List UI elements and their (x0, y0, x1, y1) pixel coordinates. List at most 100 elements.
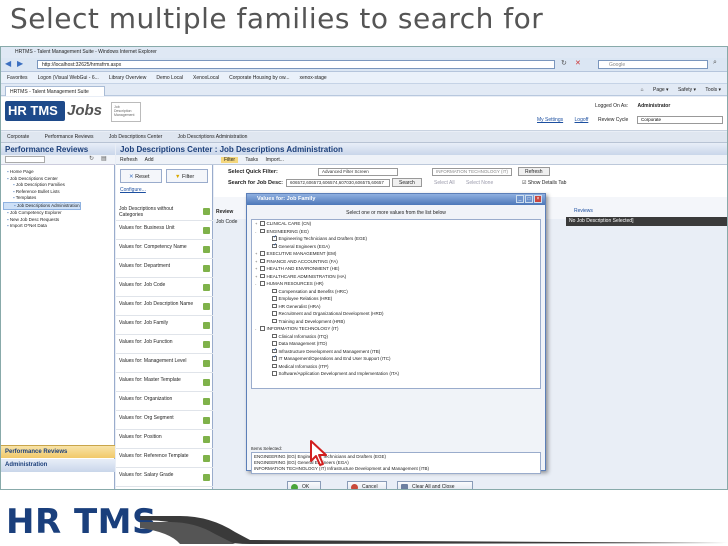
import-button[interactable]: Import... (266, 157, 284, 163)
favorite-link[interactable]: Demo Local (156, 75, 183, 81)
filter-row[interactable]: Values for: Position (116, 431, 213, 449)
favorite-link[interactable]: Logon (Visual WebGui - 6... (38, 75, 99, 81)
checkbox-unchecked[interactable] (260, 228, 265, 234)
filter-row[interactable]: Values for: Direct manager (116, 488, 213, 489)
review-cycle-select[interactable]: Corporate (637, 116, 723, 124)
checkbox-checked[interactable] (272, 242, 277, 249)
checkbox-unchecked[interactable] (272, 303, 277, 309)
job-family-item[interactable]: Employee Relations (HRE) (252, 295, 540, 303)
breadcrumb-job-desc-center[interactable]: Job Descriptions Center (109, 134, 162, 140)
configure-link[interactable]: Configure... (120, 187, 146, 193)
job-family-item[interactable]: - HUMAN RESOURCES (HR) (252, 280, 540, 288)
browser-tab[interactable]: HRTMS - Talent Management Suite (5, 86, 105, 96)
checkbox-checked[interactable] (272, 234, 277, 241)
back-icon[interactable]: ◀ (5, 59, 11, 68)
checkbox-checked[interactable] (272, 354, 277, 361)
clear-all-close-button[interactable]: Clear All and Close (397, 481, 473, 489)
checkbox-unchecked[interactable] (272, 333, 277, 339)
filter-select-icon[interactable] (203, 322, 210, 329)
filter-select-icon[interactable] (203, 227, 210, 234)
minimize-icon[interactable]: _ (516, 195, 524, 203)
filter-row[interactable]: Values for: Org Segment (116, 412, 213, 430)
reset-button[interactable]: ✕ Reset (120, 169, 162, 183)
address-input[interactable]: http://localhost:32625/hrmsfrm.aspx (37, 60, 555, 69)
forward-icon[interactable]: ▶ (17, 59, 23, 68)
maximize-icon[interactable]: □ (525, 195, 533, 203)
close-icon[interactable]: × (534, 195, 542, 203)
quick-filter-value-select[interactable]: INFORMATION TECHNOLOGY (IT) (432, 168, 512, 176)
checkbox-unchecked[interactable] (260, 251, 265, 256)
tree-item[interactable]: ▪ Job Descriptions Administration (3, 201, 81, 210)
job-family-item[interactable]: Infrastructure Development and Managemen… (252, 347, 540, 356)
checkbox-unchecked[interactable] (272, 318, 277, 324)
search-button[interactable]: Search (392, 178, 422, 187)
filter-row[interactable]: Values for: Job Function (116, 336, 213, 354)
filter-row[interactable]: Values for: Master Template (116, 374, 213, 392)
job-family-item[interactable]: + CLINICAL CARE (CN) (252, 220, 540, 228)
favorites-button[interactable]: Favorites (7, 75, 28, 81)
tasks-button[interactable]: Tasks (245, 157, 258, 163)
filter-select-icon[interactable] (203, 303, 210, 310)
checkbox-unchecked[interactable] (272, 363, 277, 369)
job-family-item[interactable]: Clinical Informatics (ITQ) (252, 333, 540, 341)
breadcrumb-job-desc-admin[interactable]: Job Descriptions Administration (178, 134, 248, 140)
stop-icon[interactable]: ✕ (575, 59, 581, 67)
filter-row[interactable]: Values for: Job Description Name (116, 298, 213, 316)
favorite-link[interactable]: Corporate Housing by ow... (229, 75, 289, 81)
collapse-icon[interactable]: ▤ (101, 155, 107, 162)
job-family-item[interactable]: + FINANCE AND ACCOUNTING (FA) (252, 258, 540, 266)
show-details-checkbox[interactable]: ☑ Show Details Tab (522, 180, 566, 186)
cancel-button[interactable]: Cancel (347, 481, 387, 489)
checkbox-unchecked[interactable] (260, 221, 265, 226)
filter-row[interactable]: Values for: Job Family (116, 317, 213, 335)
quick-filter-select[interactable]: Advanced Filter Screen (318, 168, 398, 176)
checkbox-unchecked[interactable] (272, 296, 277, 301)
search-job-desc-input[interactable]: 606572,606573,606574,607030,606575,60657 (286, 179, 390, 187)
refresh-button[interactable]: Refresh (120, 157, 138, 163)
job-family-item[interactable]: - ENGINEERING (EG) (252, 228, 540, 236)
job-family-item[interactable]: - INFORMATION TECHNOLOGY (IT) (252, 325, 540, 333)
breadcrumb-performance-reviews[interactable]: Performance Reviews (45, 134, 94, 140)
job-family-item[interactable]: Engineering Technicians and Drafters (EG… (252, 234, 540, 243)
my-settings-link[interactable]: My Settings (537, 117, 563, 123)
select-all-link[interactable]: Select All (434, 180, 455, 186)
checkbox-unchecked[interactable] (272, 311, 277, 316)
breadcrumb-corporate[interactable]: Corporate (7, 134, 29, 140)
safety-menu[interactable]: Safety ▾ (678, 87, 696, 93)
filter-select-icon[interactable] (203, 474, 210, 481)
filter-row[interactable]: Values for: Competency Name (116, 241, 213, 259)
filter-row[interactable]: Values for: Department (116, 260, 213, 278)
filter-row[interactable]: Values for: Salary Grade (116, 469, 213, 487)
favorite-link[interactable]: XenoxLocal (193, 75, 219, 81)
filter-row[interactable]: Values for: Job Code (116, 279, 213, 297)
filter-row[interactable]: Values for: Reference Template (116, 450, 213, 468)
job-family-item[interactable]: General Engineers (EGA) (252, 242, 540, 251)
filter-select-icon[interactable] (203, 455, 210, 462)
tree-item[interactable]: ▪ Import O*Net Data (3, 223, 81, 230)
checkbox-checked[interactable] (272, 347, 277, 354)
checkbox-unchecked[interactable] (272, 341, 277, 346)
checkbox-unchecked[interactable] (260, 273, 265, 279)
filter-row[interactable]: Values for: Organization (116, 393, 213, 411)
search-icon[interactable]: ⌕ (713, 59, 717, 67)
filter-select-icon[interactable] (203, 398, 210, 405)
tree-search-input[interactable] (5, 156, 45, 163)
job-family-item[interactable]: Recruitment and Organizational Developme… (252, 310, 540, 318)
page-menu[interactable]: Page ▾ (653, 87, 669, 93)
job-family-item[interactable]: + HEALTHCARE ADMINISTRATION (HA) (252, 273, 540, 281)
filter-button[interactable]: ▼ Filter (166, 169, 208, 183)
select-none-link[interactable]: Select None (466, 180, 493, 186)
job-family-item[interactable]: + HEALTH AND ENVIRONMENT (HE) (252, 265, 540, 273)
filter-select-icon[interactable] (203, 284, 210, 291)
checkbox-unchecked[interactable] (272, 371, 277, 376)
filter-select-icon[interactable] (203, 436, 210, 443)
checkbox-unchecked[interactable] (272, 288, 277, 294)
tools-menu[interactable]: Tools ▾ (705, 87, 721, 93)
filter-select-icon[interactable] (203, 417, 210, 424)
filter-tool-button[interactable]: Filter (220, 157, 239, 163)
job-family-item[interactable]: + EXECUTIVE MANAGEMENT (EM) (252, 250, 540, 258)
job-family-item[interactable]: HR Generalist (HRA) (252, 303, 540, 311)
nav-performance-reviews[interactable]: Performance Reviews (1, 445, 115, 458)
filter-select-icon[interactable] (203, 341, 210, 348)
checkbox-unchecked[interactable] (260, 266, 265, 271)
